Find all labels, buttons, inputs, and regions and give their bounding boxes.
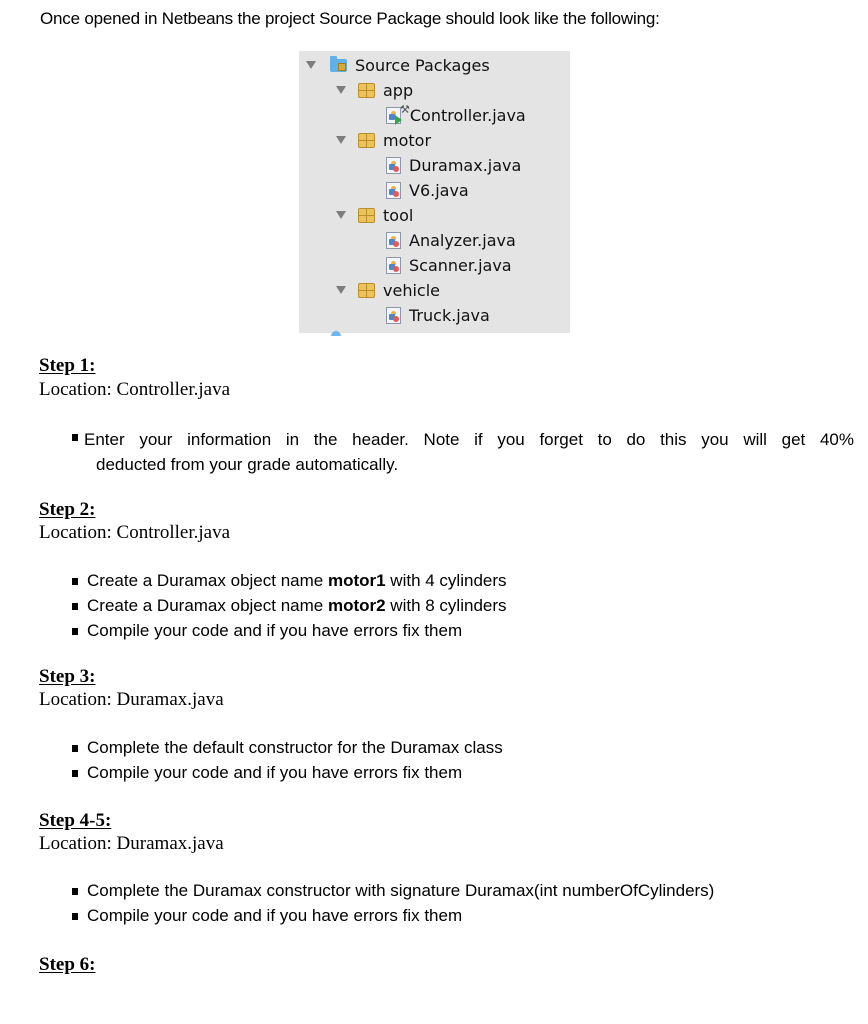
java-file-icon [386,156,401,174]
wrench-icon: ⚒ [400,102,410,116]
intro-text: Once opened in Netbeans the project Sour… [40,9,660,28]
bullet-text-pre: Create a Duramax object name [87,596,328,615]
expand-triangle-icon[interactable] [336,211,346,219]
bullet-square-icon [72,888,78,895]
package-icon [358,207,375,223]
bullet-text-line2: deducted from your grade automatically. [96,455,399,474]
tree-label: tool [383,205,414,225]
tree-node-package-tool[interactable]: tool [336,203,413,227]
package-icon [358,82,375,98]
expand-triangle-icon[interactable] [336,136,346,144]
step-1-location: Location: Controller.java [39,379,231,400]
bullet-text: Compile your code and if you have errors… [87,906,463,925]
tree-node-file-analyzer[interactable]: Analyzer.java [386,228,516,252]
bullet-text-bold: motor2 [327,596,386,615]
tree-node-file-v6[interactable]: V6.java [386,178,469,202]
bullet-square-icon [72,578,78,585]
java-file-icon [386,181,401,199]
tree-node-package-app[interactable]: app [336,78,413,102]
main-class-icon [386,106,402,125]
bullet-square-icon [72,628,78,635]
java-file-icon [386,256,401,274]
tree-node-file-truck[interactable]: Truck.java [386,303,490,327]
bullet-square-icon [72,913,78,920]
step-3-location: Location: Duramax.java [39,689,224,710]
bullet-square-icon [72,434,78,441]
bullet-square-icon [72,603,78,610]
bullet-text: Compile your code and if you have errors… [87,763,463,782]
step-6-heading: Step 6: [39,954,96,975]
expand-triangle-icon[interactable] [336,86,346,94]
step-2-heading: Step 2: [39,499,96,520]
tree-label: Truck.java [409,305,490,325]
project-tree: Source Packages app ⚒ Controller.java mo… [299,51,570,333]
step-2-bullet: Compile your code and if you have errors… [72,621,462,641]
java-file-icon [386,306,401,324]
bullet-text-bold: motor1 [327,571,386,590]
bullet-text-pre: Create a Duramax object name [87,571,328,590]
bullet-text: Complete the default constructor for the… [87,738,503,757]
tree-node-file-scanner[interactable]: Scanner.java [386,253,512,277]
partial-tree-icon [331,331,341,336]
expand-triangle-icon[interactable] [306,61,316,69]
step-1-bullet: Enter your information in the header. No… [72,427,854,477]
tree-node-package-vehicle[interactable]: vehicle [336,278,440,302]
step-3-heading: Step 3: [39,666,96,687]
bullet-text-post: with 4 cylinders [385,571,507,590]
tree-label: motor [383,130,432,150]
bullet-text: Compile your code and if you have errors… [87,621,463,640]
tree-label: V6.java [409,180,469,200]
step-2-bullet: Create a Duramax object name motor2 with… [72,596,507,616]
expand-triangle-icon[interactable] [336,286,346,294]
bullet-text: Create a Duramax object name motor2 with… [87,596,507,616]
bullet-text-line1: Enter your information in the header. No… [84,430,854,449]
tree-node-file-controller[interactable]: ⚒ Controller.java [386,103,526,127]
bullet-text: Complete the Duramax constructor with si… [87,881,715,900]
step-3-bullet: Complete the default constructor for the… [72,738,503,758]
package-icon [358,282,375,298]
tree-label: vehicle [383,280,440,300]
tree-label: Controller.java [409,105,526,125]
java-file-icon [386,231,401,249]
tree-node-file-duramax[interactable]: Duramax.java [386,153,521,177]
tree-label: Source Packages [355,55,490,75]
step-4-5-location: Location: Duramax.java [39,833,224,854]
tree-node-source-packages[interactable]: Source Packages [306,53,490,77]
tree-label: Duramax.java [409,155,522,175]
step-1-heading: Step 1: [39,355,96,376]
tree-label: app [383,80,414,100]
tree-label: Analyzer.java [409,230,516,250]
bullet-square-icon [72,745,78,752]
step-2-bullet: Create a Duramax object name motor1 with… [72,571,507,591]
step-2-location: Location: Controller.java [39,522,231,543]
step-4-5-bullet: Compile your code and if you have errors… [72,906,462,926]
bullet-text: Create a Duramax object name motor1 with… [87,571,507,591]
package-icon [358,132,375,148]
bullet-square-icon [72,770,78,777]
bullet-text-post: with 8 cylinders [385,596,507,615]
step-4-5-heading: Step 4-5: [39,810,112,831]
step-3-bullet: Compile your code and if you have errors… [72,763,462,783]
step-4-5-bullet: Complete the Duramax constructor with si… [72,881,714,901]
source-folder-icon [330,55,347,72]
tree-label: Scanner.java [409,255,512,275]
tree-node-package-motor[interactable]: motor [336,128,431,152]
